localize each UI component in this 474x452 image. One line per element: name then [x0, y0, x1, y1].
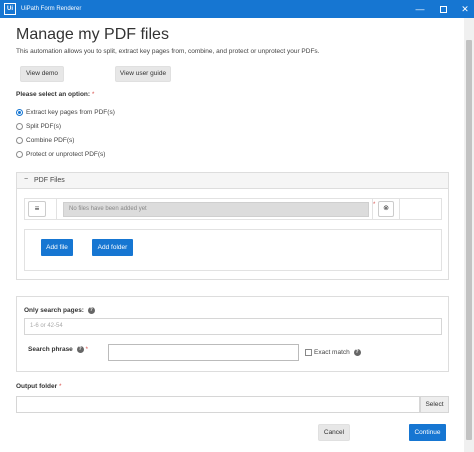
- continue-button[interactable]: Continue: [409, 424, 446, 441]
- phrase-label-text: Search phrase: [28, 346, 73, 354]
- add-file-button[interactable]: Add file: [41, 239, 73, 256]
- options-label-text: Please select an option:: [16, 91, 91, 98]
- cancel-button[interactable]: Cancel: [318, 424, 350, 441]
- pdf-files-panel-header[interactable]: − PDF Files: [17, 173, 448, 189]
- required-marker: *: [58, 383, 62, 390]
- output-label-text: Output folder: [16, 383, 58, 390]
- search-phrase-label: Search phrase ? *: [28, 346, 88, 353]
- file-list-field: No files have been added yet: [63, 202, 369, 217]
- exact-match-checkbox[interactable]: [305, 349, 312, 356]
- remove-file-icon[interactable]: ⊗: [378, 201, 394, 217]
- radio-button[interactable]: [16, 137, 23, 144]
- pdf-files-panel: − PDF Files ≡ No files have been added y…: [16, 172, 449, 280]
- search-phrase-input[interactable]: [108, 344, 299, 361]
- minimize-button[interactable]: —: [410, 0, 430, 18]
- add-files-row: Add file Add folder: [24, 229, 442, 271]
- view-demo-button[interactable]: View demo: [20, 66, 64, 82]
- page-description: This automation allows you to split, ext…: [16, 48, 320, 55]
- panel-title: PDF Files: [34, 177, 65, 184]
- help-icon[interactable]: ?: [87, 307, 95, 314]
- select-folder-button[interactable]: Select: [420, 396, 449, 413]
- page-title: Manage my PDF files: [16, 26, 169, 43]
- uipath-logo-icon: Ui: [4, 3, 16, 15]
- output-folder-label: Output folder *: [16, 383, 62, 390]
- radio-button[interactable]: [16, 151, 23, 158]
- window-titlebar[interactable]: Ui UiPath Form Renderer — ✕: [0, 0, 474, 18]
- view-user-guide-button[interactable]: View user guide: [115, 66, 171, 82]
- collapse-icon[interactable]: −: [24, 176, 28, 183]
- divider: [56, 199, 57, 219]
- add-folder-button[interactable]: Add folder: [92, 239, 133, 256]
- help-icon[interactable]: ?: [76, 346, 84, 353]
- close-button[interactable]: ✕: [455, 0, 474, 18]
- search-options-section: Only search pages: ? 1-6 or 42-54 Search…: [16, 296, 449, 372]
- pages-label-text: Only search pages:: [24, 307, 84, 315]
- exact-match-text: Exact match: [314, 349, 350, 357]
- option-label: Protect or unprotect PDF(s): [26, 151, 106, 158]
- radio-button[interactable]: [16, 123, 23, 130]
- option-label: Extract key pages from PDF(s): [26, 109, 115, 116]
- menu-icon[interactable]: ≡: [28, 201, 46, 217]
- required-marker: *: [373, 202, 376, 208]
- help-icon[interactable]: ?: [353, 349, 361, 356]
- option-label: Split PDF(s): [26, 123, 62, 130]
- maximize-button[interactable]: [433, 0, 453, 18]
- window-title: UiPath Form Renderer: [21, 6, 82, 12]
- divider: [399, 199, 400, 219]
- options-label: Please select an option: *: [16, 91, 94, 98]
- output-folder-input[interactable]: [16, 396, 420, 413]
- option-label: Combine PDF(s): [26, 137, 75, 144]
- search-pages-input[interactable]: 1-6 or 42-54: [24, 318, 442, 335]
- required-marker: *: [91, 91, 95, 98]
- scrollbar-thumb[interactable]: [466, 40, 472, 440]
- exact-match-label: Exact match ?: [314, 349, 361, 357]
- maximize-icon: [439, 6, 447, 14]
- vertical-scrollbar[interactable]: [464, 18, 474, 452]
- radio-button-checked[interactable]: [16, 109, 23, 116]
- required-marker: *: [85, 346, 88, 354]
- file-list-row: ≡ No files have been added yet * ⊗: [24, 198, 442, 220]
- pages-label: Only search pages: ?: [24, 307, 95, 314]
- divider: [372, 199, 373, 219]
